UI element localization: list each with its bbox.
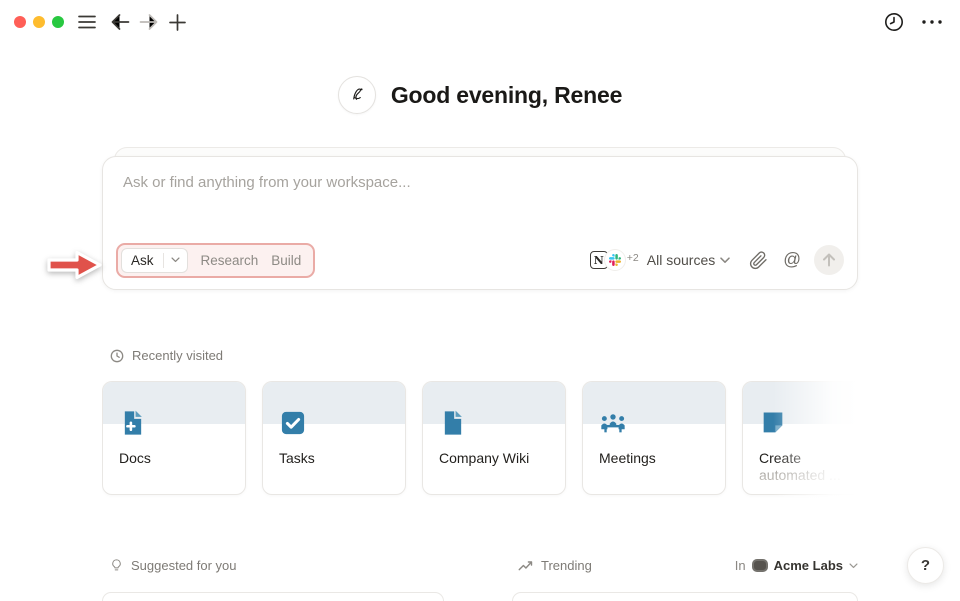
lightbulb-icon [112, 559, 121, 571]
ai-face-avatar [337, 76, 376, 114]
workspace-logo-icon [751, 559, 768, 572]
trending-up-icon [518, 561, 533, 571]
mode-ask-button[interactable]: Ask [121, 247, 188, 273]
at-icon: @ [783, 249, 801, 270]
card-company-wiki[interactable]: Company Wiki [422, 381, 566, 495]
card-title: Tasks [279, 450, 315, 466]
annotation-arrow [47, 250, 102, 280]
greeting-header: Good evening, Renee [0, 76, 960, 114]
annotation-highlight: Ask Research Build [116, 242, 316, 278]
back-button[interactable] [110, 12, 130, 32]
ask-box: Ask or find anything from your workspace… [102, 156, 858, 290]
minimize-window-button[interactable] [33, 16, 45, 28]
doodle-face-icon [352, 88, 363, 100]
chevron-down-icon [849, 562, 858, 568]
card-title: Company Wiki [439, 450, 530, 466]
card-meetings[interactable]: Meetings [582, 381, 726, 495]
sidebar-menu-button[interactable] [77, 12, 97, 32]
attach-file-button[interactable] [749, 250, 768, 270]
recently-visited-row: Docs Tasks Company Wiki Meetings Create … [102, 381, 858, 499]
recently-visited-title: Recently visited [132, 348, 224, 363]
wiki-page-icon [444, 410, 462, 435]
suggested-title: Suggested for you [131, 558, 237, 573]
card-title: Meetings [599, 450, 656, 466]
arrow-right-icon [139, 14, 158, 30]
task-check-icon [281, 411, 305, 435]
ask-input[interactable]: Ask or find anything from your workspace… [123, 174, 411, 191]
meeting-people-icon [601, 414, 625, 433]
arrow-up-icon [823, 253, 835, 267]
workspace-name: Acme Labs [773, 558, 843, 573]
mention-button[interactable]: @ [783, 251, 801, 269]
hamburger-icon [78, 15, 96, 29]
clock-icon [110, 349, 124, 362]
card-tasks[interactable]: Tasks [262, 381, 406, 495]
mode-build-button[interactable]: Build [271, 253, 301, 268]
ellipsis-icon [922, 20, 942, 24]
forward-button[interactable] [138, 12, 158, 32]
all-sources-label: All sources [646, 252, 716, 268]
new-tab-button[interactable] [167, 12, 187, 32]
footer-right-controls: N +2 All sources @ [589, 245, 844, 275]
window-controls [14, 16, 64, 28]
mode-research-button[interactable]: Research [201, 253, 259, 268]
recently-visited-header: Recently visited [110, 348, 223, 363]
card-title: Docs [119, 450, 151, 466]
ask-box-footer: Ask Research Build N +2 All sources @ [116, 242, 844, 278]
more-menu-button[interactable] [922, 12, 942, 32]
workspace-switcher[interactable]: In Acme Labs [735, 558, 858, 573]
card-create-automated[interactable]: Create automated ... [742, 381, 858, 495]
close-window-button[interactable] [14, 16, 26, 28]
chevron-down-icon [720, 256, 730, 263]
history-button[interactable] [884, 12, 904, 32]
template-note-icon [763, 412, 783, 433]
help-button[interactable]: ? [907, 547, 944, 584]
chevron-down-icon [170, 257, 180, 263]
submit-button[interactable] [814, 245, 844, 275]
mode-ask-label: Ask [131, 252, 154, 268]
all-sources-dropdown[interactable]: All sources [647, 252, 730, 268]
arrow-left-icon [111, 14, 130, 30]
help-label: ? [920, 557, 931, 574]
zoom-window-button[interactable] [52, 16, 64, 28]
ask-mode-dropdown[interactable] [164, 257, 187, 263]
trending-title: Trending [541, 558, 592, 573]
history-clock-icon [884, 12, 904, 32]
paperclip-icon [750, 250, 767, 269]
extra-sources-count: +2 [626, 252, 639, 264]
app-window: Good evening, Renee Ask or find anything… [0, 0, 960, 601]
scope-prefix: In [734, 558, 746, 573]
greeting-title: Good evening, Renee [390, 81, 623, 108]
suggested-header: Suggested for you [110, 558, 237, 573]
new-doc-icon [124, 410, 142, 435]
slack-source-icon[interactable] [604, 250, 625, 270]
card-docs[interactable]: Docs [102, 381, 246, 495]
plus-icon [168, 13, 186, 31]
card-title: Create automated ... [759, 450, 858, 484]
trending-header: Trending [518, 558, 592, 573]
